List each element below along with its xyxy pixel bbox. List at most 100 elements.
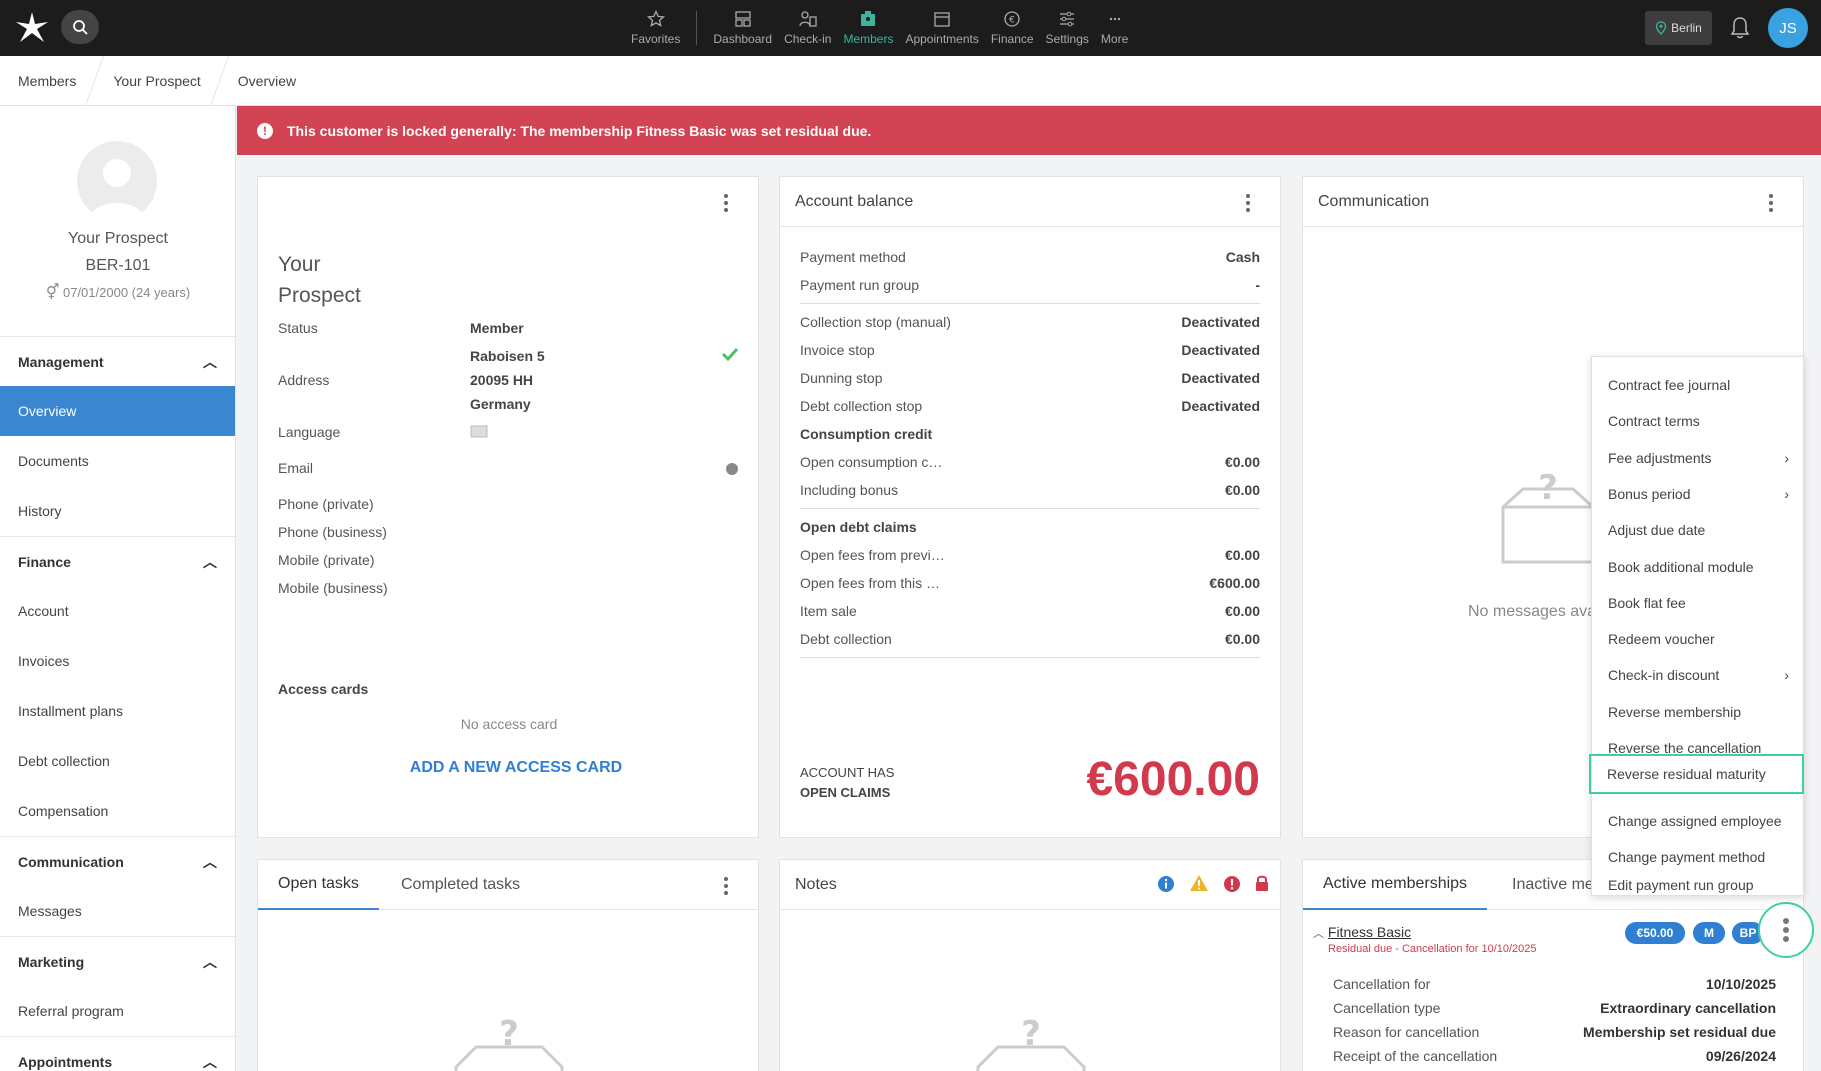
- menu-item-fee-adjustments[interactable]: Fee adjustments ›: [1592, 440, 1805, 476]
- nav-checkin[interactable]: Check-in: [778, 0, 837, 56]
- notifications-bell-icon[interactable]: [1727, 15, 1753, 41]
- dashboard-icon: [735, 11, 751, 27]
- chevron-up-icon: ︿: [203, 553, 217, 570]
- menu-item-contract-terms[interactable]: Contract terms: [1592, 403, 1805, 439]
- balance-divider: [800, 303, 1260, 304]
- nav-dashboard[interactable]: Dashboard: [707, 0, 778, 56]
- sidebar-item-invoices[interactable]: Invoices: [0, 636, 235, 686]
- section-management[interactable]: Management ︿: [0, 336, 235, 386]
- account-balance-title: Account balance: [795, 192, 914, 210]
- section-appointments[interactable]: Appointments ︿: [0, 1036, 235, 1071]
- balance-label: Open fees from previ…: [800, 547, 945, 563]
- balance-value: €600.00: [1209, 575, 1260, 591]
- address-label: Address: [278, 372, 330, 388]
- menu-item-redeem-voucher[interactable]: Redeem voucher: [1592, 621, 1805, 657]
- menu-item-book-flat-fee[interactable]: Book flat fee: [1592, 585, 1805, 621]
- m-pill[interactable]: M: [1693, 922, 1725, 944]
- profile-dob: ⚥ 07/01/2000 (24 years): [0, 283, 236, 301]
- balance-label: Debt collection stop: [800, 398, 923, 414]
- balance-label: Item sale: [800, 603, 857, 619]
- balance-row: Open fees from previ… €0.00: [800, 547, 1260, 563]
- nav-settings[interactable]: Settings: [1040, 0, 1095, 56]
- section-title: Communication: [18, 853, 124, 870]
- menu-label: Contract terms: [1608, 413, 1700, 429]
- dob-label: 07/01/2000 (24 years): [62, 285, 191, 300]
- section-finance[interactable]: Finance ︿: [0, 536, 235, 586]
- warning-icon[interactable]: [1189, 874, 1209, 895]
- balance-value: Cash: [1225, 249, 1260, 265]
- tab-inactive-memberships[interactable]: Inactive me: [1512, 860, 1594, 910]
- communication-header: Communication: [1303, 177, 1803, 227]
- lock-icon[interactable]: [1255, 874, 1269, 895]
- tab-active-memberships[interactable]: Active memberships: [1303, 860, 1488, 910]
- detail-value: 10/10/2025: [1705, 976, 1776, 992]
- account-balance-card: Account balance Payment method Cash Payme…: [779, 176, 1281, 838]
- account-status-text: ACCOUNT HAS OPEN CLAIMS: [800, 763, 894, 803]
- sidebar-item-overview[interactable]: Overview: [0, 386, 235, 436]
- profile-card-menu-icon[interactable]: [724, 194, 728, 212]
- sidebar-item-debt-collection[interactable]: Debt collection: [0, 736, 235, 786]
- section-marketing[interactable]: Marketing ︿: [0, 936, 235, 986]
- location-button[interactable]: Berlin: [1645, 11, 1712, 45]
- breadcrumb-members[interactable]: Members: [0, 56, 94, 106]
- balance-label: Payment method: [800, 249, 906, 265]
- nav-appointments[interactable]: Appointments: [899, 0, 984, 56]
- menu-item-reverse-residual-maturity[interactable]: Reverse residual maturity: [1589, 754, 1804, 794]
- balance-divider: [800, 657, 1260, 658]
- breadcrumb-prospect[interactable]: Your Prospect: [95, 56, 218, 106]
- sidebar-item-installment-plans[interactable]: Installment plans: [0, 686, 235, 736]
- detail-label: Cancellation for: [1333, 976, 1431, 992]
- section-title: Appointments: [18, 1053, 113, 1070]
- menu-label: Reverse residual maturity: [1607, 766, 1766, 782]
- sidebar-item-referral-program[interactable]: Referral program: [0, 986, 235, 1036]
- status-value: Member: [470, 320, 524, 336]
- menu-item-change-assigned-employee[interactable]: Change assigned employee: [1592, 803, 1805, 839]
- menu-item-edit-payment-run-group[interactable]: Edit payment run group: [1592, 875, 1805, 895]
- membership-name[interactable]: Fitness Basic: [1328, 924, 1411, 940]
- language-flag-icon: [470, 425, 488, 441]
- info-icon[interactable]: [1157, 875, 1175, 896]
- tab-open-tasks[interactable]: Open tasks: [258, 860, 379, 910]
- language-label: Language: [278, 424, 341, 440]
- communication-menu-icon[interactable]: [1769, 194, 1773, 212]
- sidebar-item-documents[interactable]: Documents: [0, 436, 235, 486]
- nav-members[interactable]: Members: [837, 0, 899, 56]
- tab-completed-tasks[interactable]: Completed tasks: [401, 860, 520, 910]
- sidebar-item-history[interactable]: History: [0, 486, 235, 536]
- menu-item-contract-fee-journal[interactable]: Contract fee journal: [1592, 367, 1805, 403]
- sidebar-item-messages[interactable]: Messages: [0, 886, 235, 936]
- alert-circle-icon[interactable]: [1223, 875, 1241, 896]
- menu-item-book-additional-module[interactable]: Book additional module: [1592, 549, 1805, 585]
- menu-item-bonus-period[interactable]: Bonus period ›: [1592, 476, 1805, 512]
- membership-actions-menu-icon[interactable]: [1758, 902, 1814, 958]
- main-nav: Favorites Dashboard Check-in Members App…: [625, 0, 1134, 56]
- balance-row: Debt collection €0.00: [800, 631, 1260, 647]
- phone-private-label: Phone (private): [278, 496, 374, 512]
- account-status-line-2: OPEN CLAIMS: [800, 785, 891, 800]
- user-avatar[interactable]: JS: [1768, 8, 1808, 48]
- logo-icon[interactable]: [14, 10, 50, 46]
- membership-item[interactable]: ︿ Fitness Basic: [1313, 924, 1411, 941]
- profile-avatar[interactable]: [77, 141, 157, 221]
- sidebar-item-compensation[interactable]: Compensation: [0, 786, 235, 836]
- chevron-right-icon: ›: [1784, 486, 1789, 502]
- tasks-menu-icon[interactable]: [724, 877, 728, 895]
- fee-pill[interactable]: €50.00: [1625, 922, 1685, 944]
- nav-more[interactable]: More: [1095, 0, 1134, 56]
- menu-item-adjust-due-date[interactable]: Adjust due date: [1592, 512, 1805, 548]
- nav-favorites[interactable]: Favorites: [625, 0, 686, 56]
- menu-label: Book flat fee: [1608, 595, 1686, 611]
- menu-item-reverse-membership[interactable]: Reverse membership: [1592, 694, 1805, 730]
- section-communication[interactable]: Communication ︿: [0, 836, 235, 886]
- menu-item-change-payment-method[interactable]: Change payment method: [1592, 839, 1805, 875]
- nav-finance[interactable]: € Finance: [985, 0, 1040, 56]
- menu-item-check-in-discount[interactable]: Check-in discount ›: [1592, 657, 1805, 693]
- add-access-card-link[interactable]: ADD A NEW ACCESS CARD: [258, 759, 774, 777]
- search-button[interactable]: [61, 10, 99, 44]
- chevron-up-icon: ︿: [203, 953, 217, 970]
- account-balance-menu-icon[interactable]: [1246, 194, 1250, 212]
- menu-label: Fee adjustments: [1608, 450, 1712, 466]
- sidebar-item-account[interactable]: Account: [0, 586, 235, 636]
- balance-row: Dunning stop Deactivated: [800, 370, 1260, 386]
- communication-title: Communication: [1318, 192, 1430, 210]
